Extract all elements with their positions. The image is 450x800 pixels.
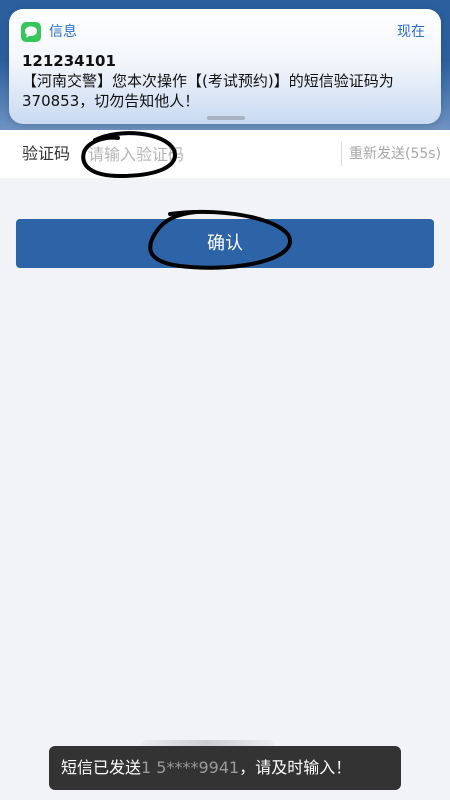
- confirm-button[interactable]: 确认: [16, 219, 434, 268]
- notification-sender: 121234101: [22, 52, 116, 70]
- toast-suffix: ，请及时输入！: [239, 758, 352, 777]
- verification-code-row: 验证码 重新发送(55s): [0, 130, 450, 178]
- notification-app-name: 信息: [49, 24, 77, 40]
- notification-drag-handle[interactable]: [207, 116, 245, 120]
- verification-code-input[interactable]: [88, 140, 328, 168]
- notification-body: 【河南交警】您本次操作【(考试预约)】的短信验证码为370853，切勿告知他人！: [22, 72, 394, 110]
- toast-prefix: 短信已发送: [61, 758, 142, 777]
- notification-time: 现在: [397, 24, 425, 40]
- sms-sent-toast: 短信已发送1 5****9941，请及时输入！: [49, 746, 401, 790]
- sms-notification-banner[interactable]: 信息 现在 121234101 【河南交警】您本次操作【(考试预约)】的短信验证…: [9, 9, 441, 124]
- code-label: 验证码: [22, 144, 71, 163]
- resend-code-button[interactable]: 重新发送(55s): [349, 144, 441, 164]
- messages-bubble-icon: [21, 22, 41, 42]
- toast-masked-phone: 1 5****9941: [141, 758, 240, 777]
- row-divider: [341, 142, 342, 166]
